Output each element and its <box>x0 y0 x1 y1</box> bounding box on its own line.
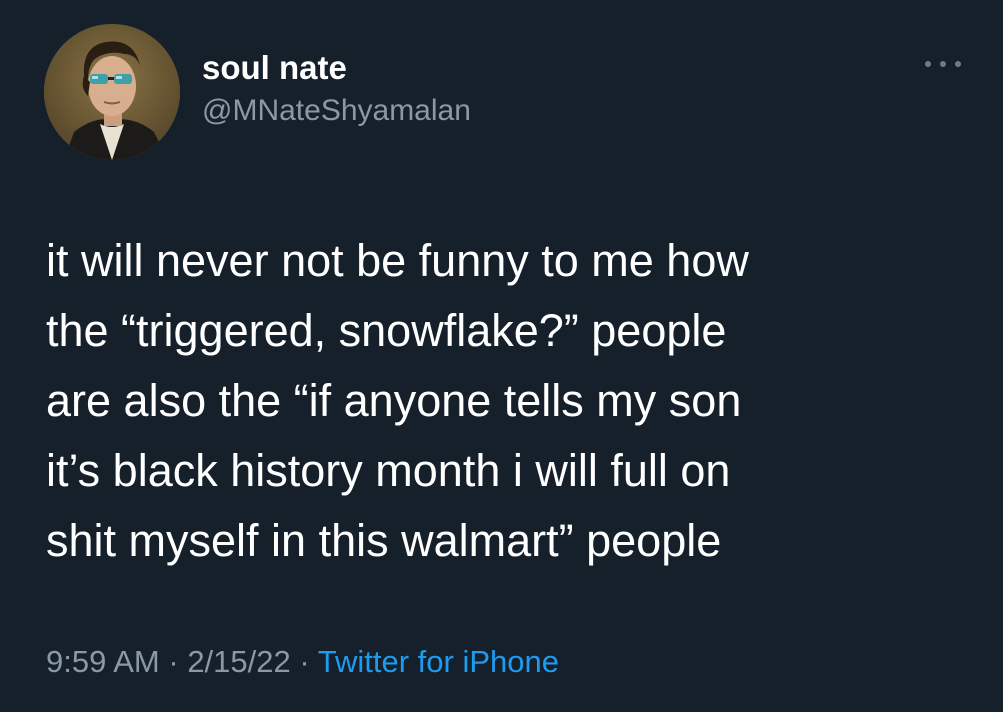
tweet-text-line: are also the “if anyone tells my son <box>46 375 742 426</box>
more-dot <box>925 61 931 67</box>
author-display-name[interactable]: soul nate <box>202 48 471 88</box>
more-dot <box>940 61 946 67</box>
tweet-text-line: the “triggered, snowflake?” people <box>46 305 727 356</box>
tweet-text-line: shit myself in this walmart” people <box>46 515 722 566</box>
portrait-avatar-icon <box>44 24 180 160</box>
avatar[interactable] <box>44 24 180 160</box>
tweet-text-line: it will never not be funny to me how <box>46 235 749 286</box>
tweet-date[interactable]: 2/15/22 <box>187 644 290 679</box>
author-block: soul nate @MNateShyamalan <box>202 48 471 130</box>
tweet-text: it will never not be funny to me how the… <box>46 226 976 576</box>
tweet-card: soul nate @MNateShyamalan it will never … <box>0 0 1003 712</box>
more-dot <box>955 61 961 67</box>
tweet-source-link[interactable]: Twitter for iPhone <box>318 644 559 679</box>
tweet-time[interactable]: 9:59 AM <box>46 644 160 679</box>
more-options-icon[interactable] <box>925 54 961 74</box>
meta-separator: · <box>159 644 188 679</box>
tweet-text-line: it’s black history month i will full on <box>46 445 731 496</box>
author-handle[interactable]: @MNateShyamalan <box>202 92 471 130</box>
tweet-meta: 9:59 AM · 2/15/22 · Twitter for iPhone <box>46 640 559 684</box>
meta-separator: · <box>290 644 318 679</box>
